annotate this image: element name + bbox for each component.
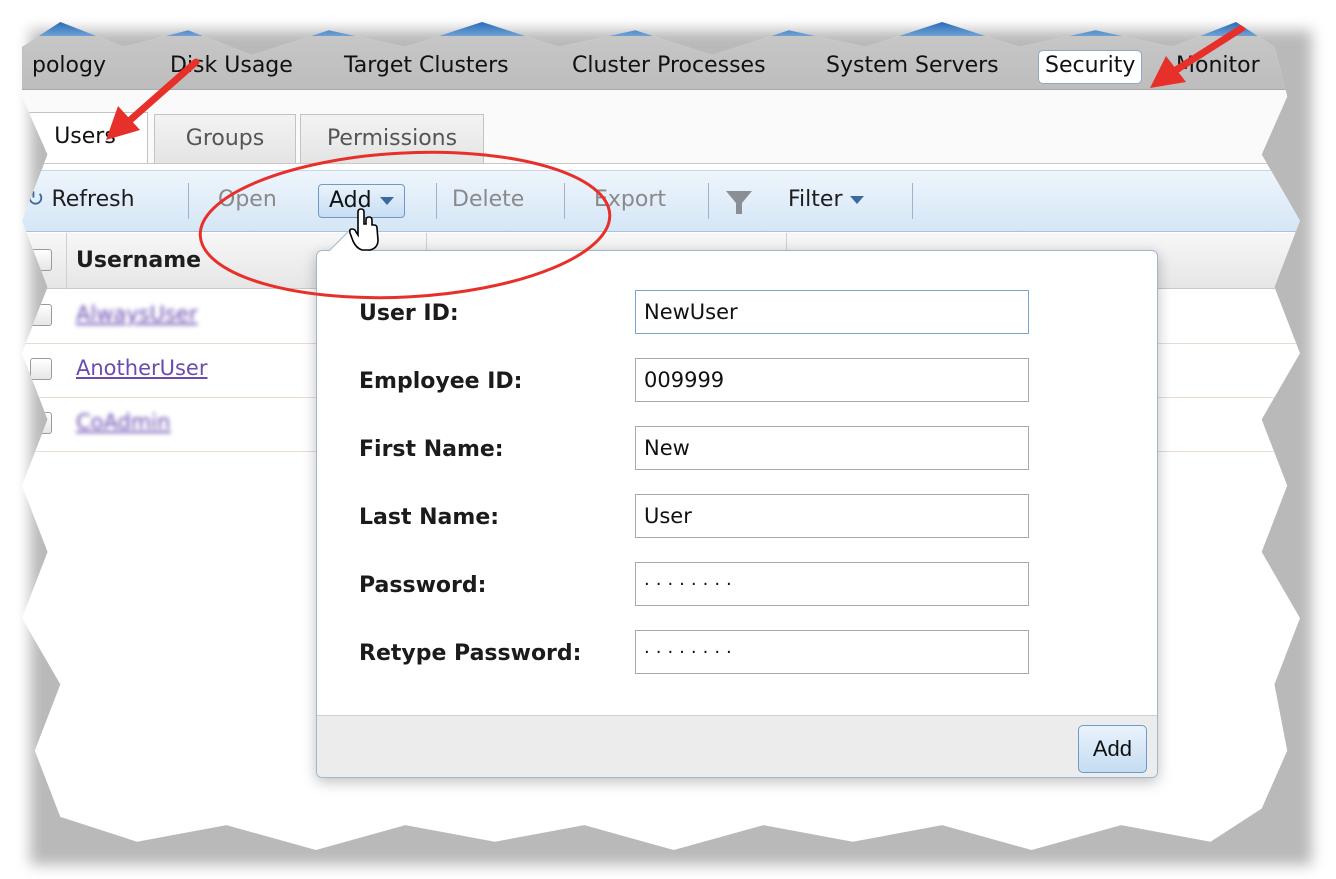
add-user-submit-button[interactable]: Add — [1077, 725, 1147, 773]
column-separator — [66, 233, 67, 289]
chevron-down-icon — [850, 196, 865, 204]
password-field[interactable] — [635, 562, 1029, 606]
column-header-username[interactable]: Username — [76, 248, 201, 273]
toolbar-separator — [708, 183, 709, 219]
add-user-popup: User ID: Employee ID: First Name: Last N… — [316, 230, 1158, 778]
nav-item-security[interactable]: Security — [1038, 50, 1143, 84]
filter-button[interactable]: Filter — [788, 184, 865, 218]
nav-item-system-servers[interactable]: System Servers — [826, 50, 999, 84]
refresh-icon: ↻ — [26, 187, 45, 212]
nav-item-target-clusters[interactable]: Target Clusters — [344, 50, 509, 84]
first-name-field[interactable] — [635, 426, 1029, 470]
retype-password-label: Retype Password: — [359, 641, 582, 666]
hand-cursor-icon — [348, 208, 379, 251]
retype-password-field[interactable] — [635, 630, 1029, 674]
nav-item-topology[interactable]: pology — [32, 50, 106, 84]
username-link[interactable]: AnotherUser — [76, 356, 208, 380]
row-checkbox[interactable] — [30, 358, 52, 380]
nav-item-cluster-processes[interactable]: Cluster Processes — [572, 50, 766, 84]
toolbar-separator — [912, 183, 913, 219]
popup-footer: Add — [317, 715, 1157, 777]
toolbar-separator — [188, 183, 189, 219]
first-name-label: First Name: — [359, 437, 504, 462]
screenshot-frame: pology Disk Usage Target Clusters Cluste… — [22, 22, 1300, 850]
employee-id-field[interactable] — [635, 358, 1029, 402]
username-link[interactable]: CoAdmin — [76, 410, 170, 434]
password-label: Password: — [359, 573, 487, 598]
employee-id-label: Employee ID: — [359, 369, 523, 394]
refresh-label: Refresh — [51, 187, 135, 212]
funnel-icon[interactable] — [724, 187, 754, 217]
username-link[interactable]: AlwaysUser — [76, 302, 197, 326]
refresh-button[interactable]: ↻ Refresh — [26, 184, 135, 218]
last-name-field[interactable] — [635, 494, 1029, 538]
annotation-circle — [198, 150, 612, 300]
user-id-field[interactable] — [635, 290, 1029, 334]
last-name-label: Last Name: — [359, 505, 500, 530]
filter-label: Filter — [788, 187, 843, 212]
red-arrow-icon — [106, 58, 200, 140]
